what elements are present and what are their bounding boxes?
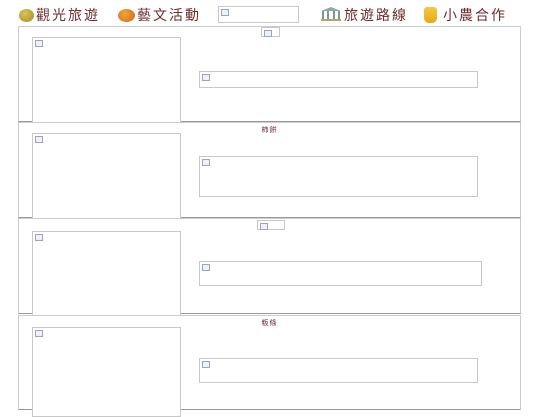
nav-item-farmers-label: 小農合作 xyxy=(443,8,507,24)
content-panel xyxy=(18,26,521,123)
nav-item-routes[interactable]: 旅遊路線 xyxy=(320,5,408,25)
nav-item-arts[interactable]: 藝文活動 xyxy=(118,5,201,25)
nav-item-routes-label: 旅遊路線 xyxy=(344,8,408,24)
nav-item-farmers[interactable]: 小農合作 xyxy=(424,5,507,25)
panel-header-image xyxy=(257,220,285,230)
honey-jar-icon xyxy=(424,7,437,23)
content-panel xyxy=(18,218,521,317)
nav-item-arts-label: 藝文活動 xyxy=(137,8,201,24)
pavilion-icon xyxy=(320,6,342,25)
nav-banner-image[interactable] xyxy=(218,6,299,23)
panel-header-image xyxy=(261,27,280,37)
panel-description-image xyxy=(199,261,482,286)
nav-item-tourism[interactable]: 觀光旅遊 xyxy=(19,5,100,25)
panel-photo[interactable] xyxy=(32,133,181,219)
content-panel: 粄條 xyxy=(18,315,521,417)
panel-photo[interactable] xyxy=(32,327,181,417)
fruit-icon xyxy=(19,8,34,22)
panel-photo[interactable] xyxy=(32,37,181,123)
panel-description-image xyxy=(199,156,478,197)
content-panel: 柿餅 xyxy=(18,122,521,219)
persimmon-icon xyxy=(118,8,135,22)
top-navigation: 觀光旅遊 藝文活動 旅遊路線 小農合作 xyxy=(0,0,540,28)
panel-description-image xyxy=(199,358,478,383)
panel-description-image xyxy=(199,71,478,88)
nav-item-tourism-label: 觀光旅遊 xyxy=(36,8,100,24)
panel-photo[interactable] xyxy=(32,231,181,317)
